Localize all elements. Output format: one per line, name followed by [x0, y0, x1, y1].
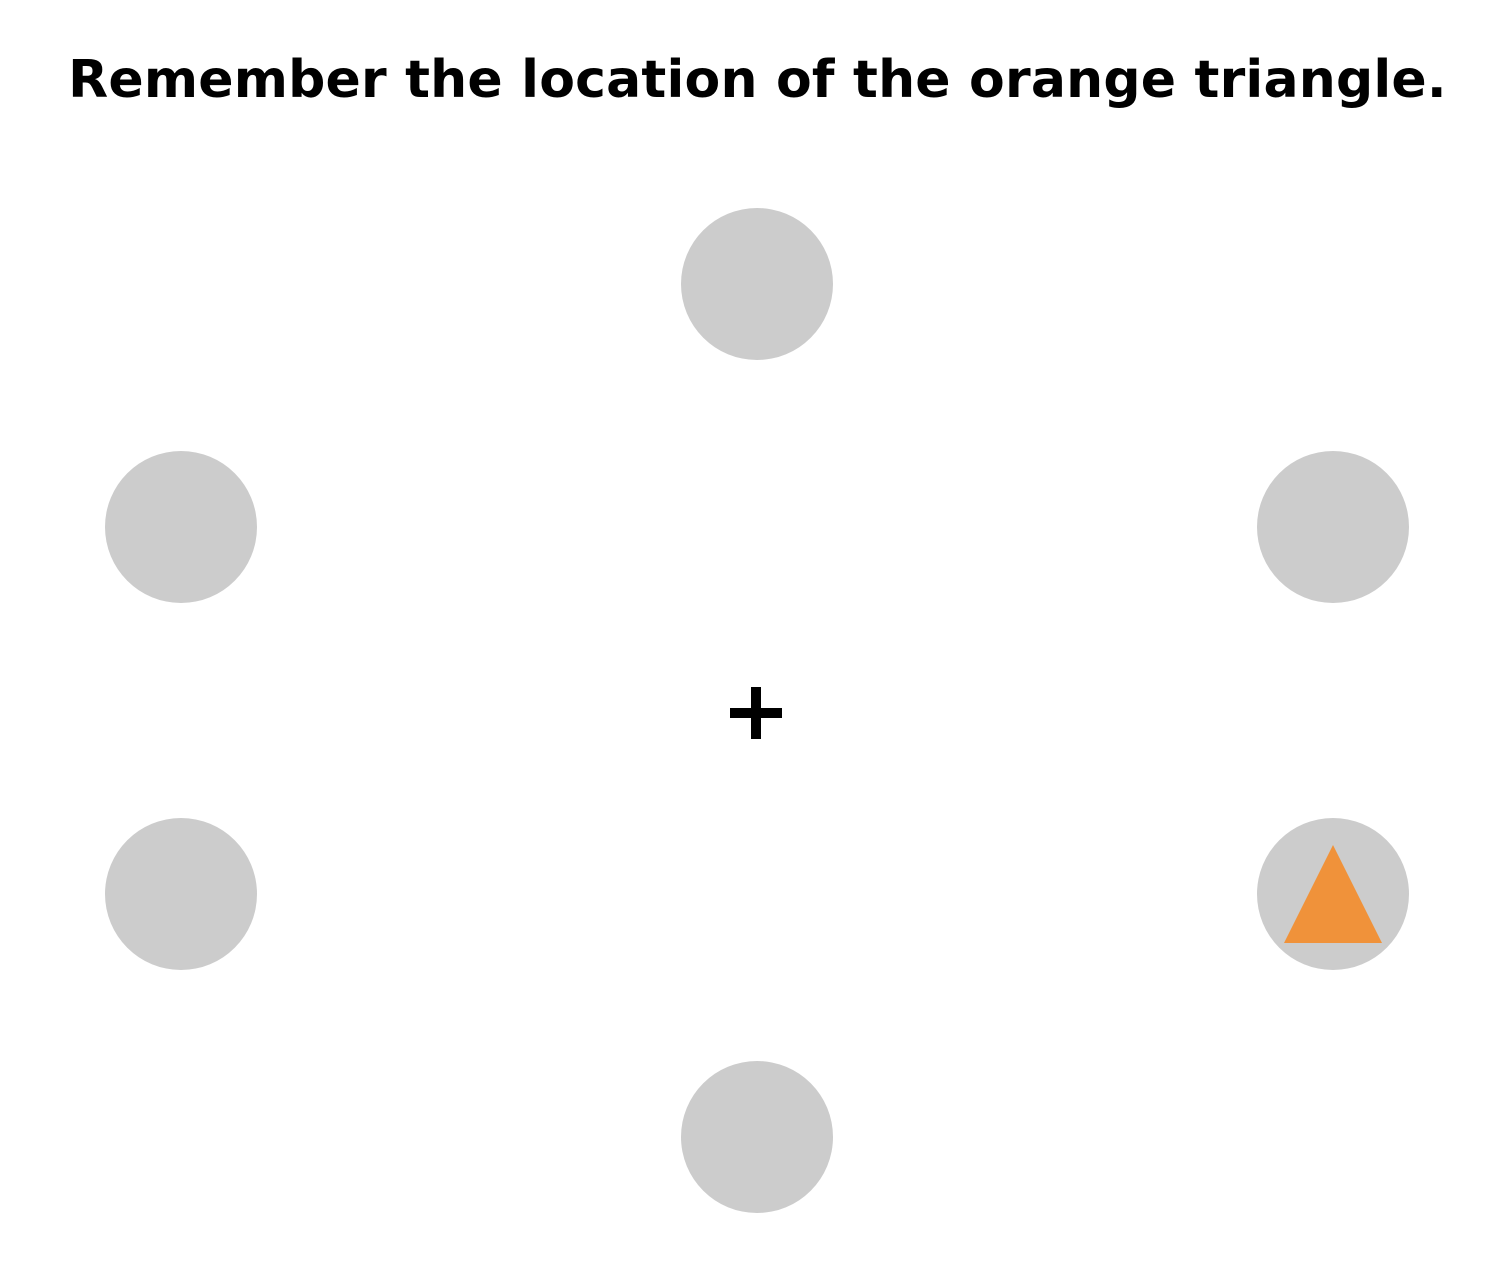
orange-triangle-stimulus	[1284, 845, 1382, 943]
placeholder-circle-top	[681, 208, 833, 360]
placeholder-circle-lower-left	[105, 818, 257, 970]
placeholder-circle-upper-right	[1257, 451, 1409, 603]
fixation-cross	[727, 684, 785, 742]
task-stage	[0, 0, 1503, 1263]
placeholder-circle-bottom	[681, 1061, 833, 1213]
placeholder-circle-upper-left	[105, 451, 257, 603]
fixation-cross-vertical-bar	[751, 687, 761, 739]
placeholder-circle-lower-right	[1257, 818, 1409, 970]
